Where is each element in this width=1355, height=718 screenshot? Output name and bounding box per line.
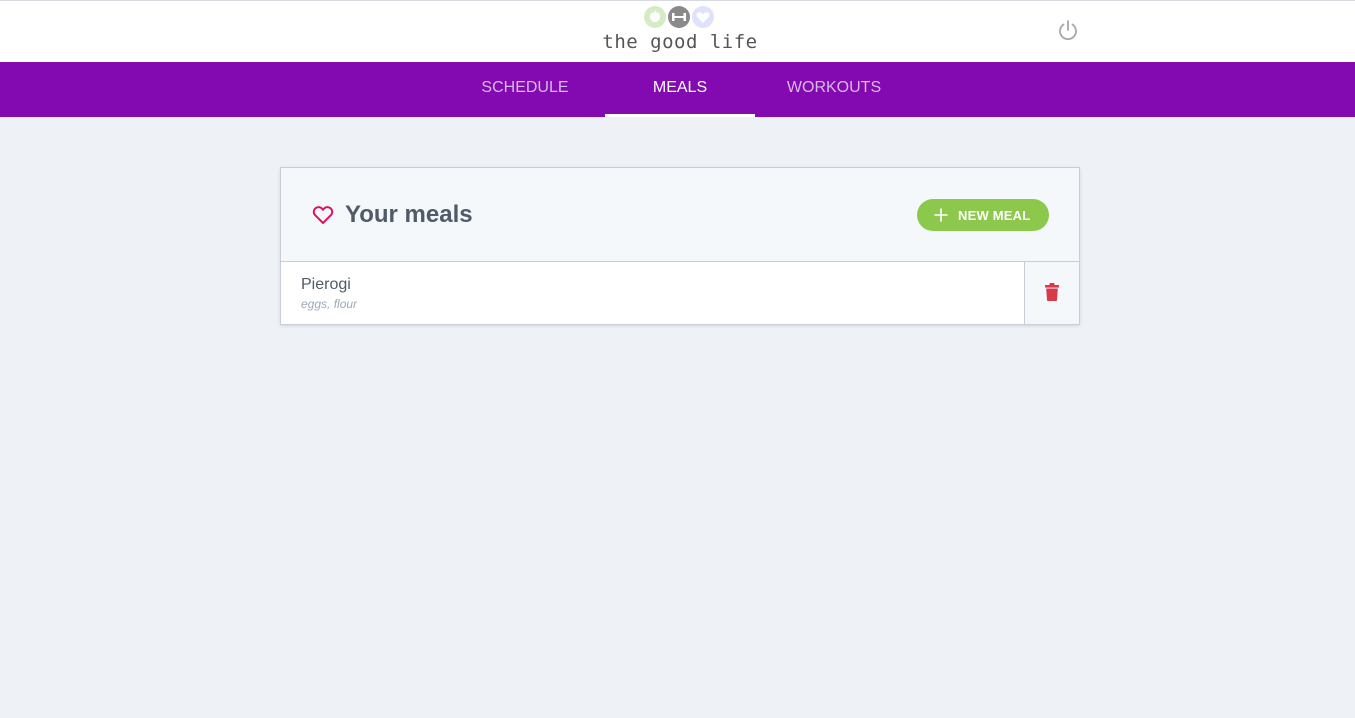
meals-card: Your meals NEW MEAL Pierogi eggs, flour — [280, 167, 1080, 325]
tab-schedule-label: SCHEDULE — [481, 79, 569, 96]
main-nav: SCHEDULE MEALS WORKOUTS — [0, 62, 1355, 117]
plus-icon — [934, 208, 948, 222]
new-meal-button-label: NEW MEAL — [958, 208, 1031, 223]
tab-workouts[interactable]: WORKOUTS — [764, 62, 904, 117]
tab-meals-label: MEALS — [652, 79, 708, 96]
new-meal-button[interactable]: NEW MEAL — [917, 199, 1049, 231]
power-icon — [1059, 20, 1077, 41]
meal-ingredients: eggs, flour — [301, 297, 358, 311]
tab-meals[interactable]: MEALS — [605, 62, 755, 117]
logo-icons — [644, 5, 716, 29]
page-title: Your meals — [345, 201, 473, 228]
heart-outline-icon — [312, 206, 334, 224]
meals-card-header: Your meals NEW MEAL — [281, 168, 1079, 262]
meal-list-item: Pierogi eggs, flour — [281, 262, 1079, 324]
app-logo[interactable]: the good life — [600, 5, 760, 57]
tab-workouts-label: WORKOUTS — [786, 79, 882, 96]
delete-meal-button[interactable] — [1024, 262, 1079, 324]
active-tab-indicator — [605, 114, 755, 117]
tab-schedule[interactable]: SCHEDULE — [455, 62, 595, 117]
logout-button[interactable] — [1056, 18, 1080, 42]
logo-text: the good life — [602, 31, 758, 53]
top-header: the good life — [0, 0, 1355, 62]
apple-icon — [644, 6, 666, 28]
dumbbell-icon — [668, 6, 690, 28]
trash-icon — [1045, 283, 1059, 301]
meal-item-link[interactable]: Pierogi eggs, flour — [281, 262, 1024, 324]
heart-icon — [692, 6, 714, 28]
meal-name: Pierogi — [301, 276, 351, 293]
